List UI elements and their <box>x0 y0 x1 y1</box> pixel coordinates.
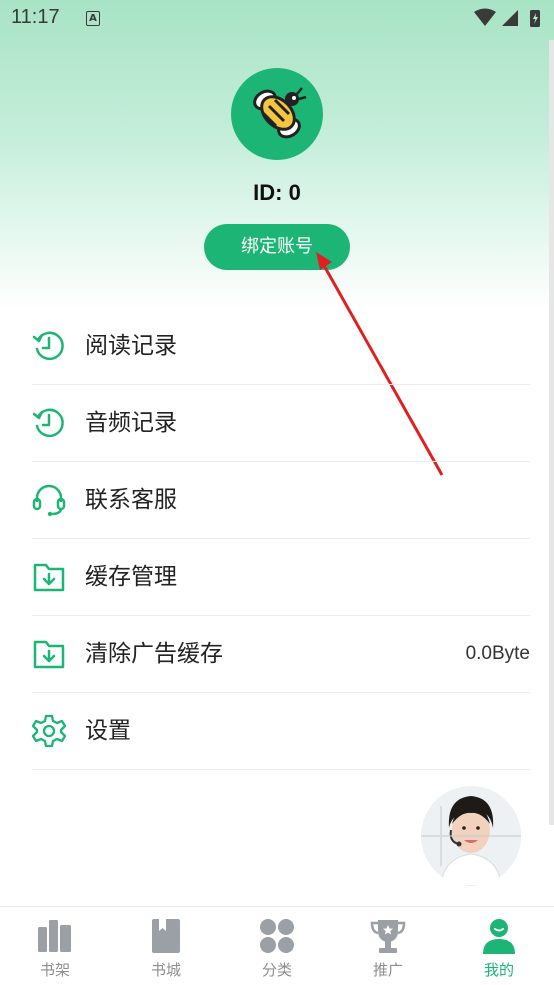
menu-item-label: 阅读记录 <box>85 333 177 359</box>
tab-label: 我的 <box>483 961 514 979</box>
menu-item-customer-service[interactable]: 联系客服 <box>32 462 530 539</box>
menu-item-label: 设置 <box>85 718 131 744</box>
history-icon <box>32 408 64 438</box>
menu-item-settings[interactable]: 设置 <box>32 693 530 770</box>
tab-label: 推广 <box>372 961 403 979</box>
menu-item-cache-management[interactable]: 缓存管理 <box>32 539 530 616</box>
agent-portrait-icon <box>421 786 521 886</box>
trophy-icon <box>370 920 406 953</box>
menu-item-label: 联系客服 <box>85 487 177 513</box>
gear-icon <box>32 714 66 748</box>
book-icon <box>152 919 180 953</box>
headset-icon <box>32 484 66 517</box>
folder-download-icon <box>33 563 65 592</box>
tab-promotion[interactable]: 推广 <box>333 907 443 985</box>
menu-item-label: 缓存管理 <box>85 564 177 590</box>
menu-item-label: 清除广告缓存 <box>85 641 223 667</box>
bottom-tab-bar: 书架 书城 分类 推广 我的 <box>0 906 554 985</box>
tab-label: 分类 <box>261 961 292 979</box>
scrollbar[interactable] <box>549 40 554 825</box>
tab-bookshelf[interactable]: 书架 <box>0 907 110 985</box>
history-icon <box>32 331 64 361</box>
tab-mine[interactable]: 我的 <box>444 907 554 985</box>
customer-service-avatar[interactable] <box>421 786 521 886</box>
menu-item-label: 音频记录 <box>85 410 177 436</box>
user-icon <box>483 919 515 954</box>
menu-item-clear-ad-cache[interactable]: 清除广告缓存 0.0Byte <box>32 616 530 693</box>
tab-label: 书架 <box>39 961 70 979</box>
category-icon <box>260 919 294 953</box>
folder-download-icon <box>33 640 65 669</box>
tab-category[interactable]: 分类 <box>222 907 332 985</box>
menu-item-audio-history[interactable]: 音频记录 <box>32 385 530 462</box>
bookshelf-icon <box>38 920 71 952</box>
tab-label: 书城 <box>150 961 181 979</box>
tab-bookstore[interactable]: 书城 <box>111 907 221 985</box>
menu-list: 阅读记录 音频记录 联系客服 缓存管理 清除广告缓存 0.0Byte 设置 <box>32 308 530 770</box>
cache-size-value: 0.0Byte <box>465 643 530 664</box>
menu-item-reading-history[interactable]: 阅读记录 <box>32 308 530 385</box>
